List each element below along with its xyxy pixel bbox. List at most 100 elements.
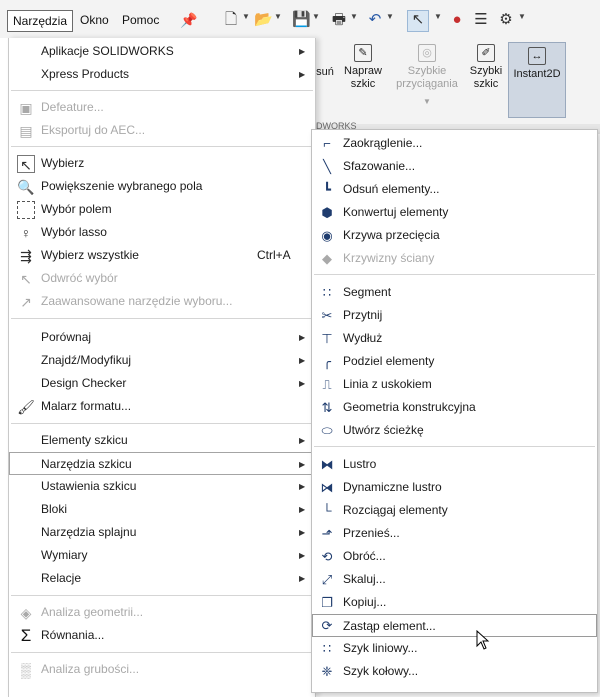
submenu-item-offset[interactable]: ┗ Odsuń elementy... xyxy=(312,178,597,201)
submenu-item-face-curves[interactable]: ◆ Krzywizny ściany xyxy=(312,247,597,270)
lasso-icon: ♀ xyxy=(20,225,32,241)
menu-item-lasso-select[interactable]: ♀ Wybór lasso xyxy=(9,221,315,244)
undo-dropdown-caret[interactable]: ▼ xyxy=(386,12,394,21)
menu-item-thickness-analysis[interactable]: ▒ Analiza grubości... xyxy=(9,658,315,681)
menu-item-dimensions[interactable]: Wymiary ▶ xyxy=(9,544,315,567)
menu-narzedzia[interactable]: Narzędzia xyxy=(7,10,74,32)
menu-item-geometry-analysis[interactable]: ◈ Analiza geometrii... xyxy=(9,601,315,624)
submenu-item-extend[interactable]: ⊤ Wydłuż xyxy=(312,327,597,350)
print-icon[interactable]: 🖶 xyxy=(330,10,348,30)
submenu-item-linear-pattern[interactable]: ∷ Szyk liniowy... xyxy=(312,637,597,660)
options-gear-icon[interactable]: ⚙ xyxy=(497,10,515,30)
submenu-item-label: Obróć... xyxy=(343,549,386,563)
save-icon[interactable]: 💾 xyxy=(292,10,311,30)
menu-item-xpress-products[interactable]: Xpress Products ▶ xyxy=(9,63,315,86)
submenu-item-convert-entities[interactable]: ⬢ Konwertuj elementy xyxy=(312,201,597,224)
submenu-item-label: Szyk liniowy... xyxy=(343,641,418,655)
select-dropdown-caret[interactable]: ▼ xyxy=(434,12,442,21)
shortcut-label: Ctrl+A xyxy=(257,248,291,262)
submenu-item-chamfer[interactable]: ╲ Sfazowanie... xyxy=(312,155,597,178)
submenu-item-make-path[interactable]: ⬭ Utwórz ścieżkę xyxy=(312,419,597,442)
submenu-item-fillet[interactable]: ⌐ Zaokrąglenie... xyxy=(312,132,597,155)
geometry-analysis-icon: ◈ xyxy=(20,605,32,621)
menu-item-export-aec[interactable]: ▤ Eksportuj do AEC... xyxy=(9,119,315,142)
pin-icon[interactable]: 📌 xyxy=(180,12,197,29)
file-properties-icon[interactable]: ☰ xyxy=(472,10,490,30)
menu-item-select-all[interactable]: ⇶ Wybierz wszystkie Ctrl+A xyxy=(9,244,315,267)
menu-item-solidworks-apps[interactable]: Aplikacje SOLIDWORKS ▶ xyxy=(9,40,315,63)
menu-pomoc[interactable]: Pomoc xyxy=(117,10,164,32)
menu-item-label: Eksportuj do AEC... xyxy=(41,123,146,137)
submenu-separator xyxy=(314,446,595,447)
menu-item-blocks[interactable]: Bloki ▶ xyxy=(9,498,315,521)
copy-icon: ❐ xyxy=(321,595,333,610)
submenu-item-construction-geometry[interactable]: ⇅ Geometria konstrukcyjna xyxy=(312,396,597,419)
mouse-cursor-icon xyxy=(476,630,490,650)
ribbon-quick-snaps-button[interactable]: ◎ Szybkie przyciągania ▼ xyxy=(390,44,464,108)
menu-item-spline-tools[interactable]: Narzędzia splajnu ▶ xyxy=(9,521,315,544)
submenu-item-replace-entity[interactable]: ⟳ Zastąp element... xyxy=(312,614,597,637)
menu-item-find-modify[interactable]: Znajdź/Modyfikuj ▶ xyxy=(9,349,315,372)
submenu-item-move[interactable]: ⬏ Przenieś... xyxy=(312,522,597,545)
menu-item-label: Porównaj xyxy=(41,330,92,344)
traffic-light-icon[interactable]: ● xyxy=(448,10,466,30)
menu-item-label: Wymiary xyxy=(41,548,88,562)
fillet-icon: ⌐ xyxy=(323,136,331,151)
new-document-icon[interactable]: 🗋 xyxy=(222,10,240,30)
menu-item-sketch-settings[interactable]: Ustawienia szkicu ▶ xyxy=(9,475,315,498)
menu-item-defeature[interactable]: ▣ Defeature... xyxy=(9,96,315,119)
menu-item-select[interactable]: ↖ Wybierz xyxy=(9,152,315,175)
submenu-item-label: Konwertuj elementy xyxy=(343,205,449,219)
submenu-item-rotate[interactable]: ⟲ Obróć... xyxy=(312,545,597,568)
ribbon-repair-sketch-button[interactable]: ✎ Napraw szkic xyxy=(340,44,386,91)
mirror-icon: ⧓ xyxy=(320,457,334,472)
menu-okno[interactable]: Okno xyxy=(75,10,114,32)
menu-item-equations[interactable]: Σ Równania... xyxy=(9,624,315,647)
construction-geometry-icon: ⇅ xyxy=(321,400,333,415)
menu-item-relations[interactable]: Relacje ▶ xyxy=(9,567,315,590)
submenu-arrow-icon: ▶ xyxy=(299,436,306,445)
menu-item-compare[interactable]: Porównaj ▶ xyxy=(9,326,315,349)
options-dropdown-caret[interactable]: ▼ xyxy=(518,12,526,21)
ribbon-rapid-sketch-label: Szybki szkic xyxy=(469,65,503,90)
menu-item-advanced-select[interactable]: ↗ Zaawansowane narzędzie wyboru... xyxy=(9,290,315,313)
jog-line-icon: ⎍ xyxy=(322,377,332,392)
submenu-item-label: Zaokrąglenie... xyxy=(343,136,423,150)
menu-item-label: Powiększenie wybranego pola xyxy=(41,179,203,193)
submenu-item-stretch-entities[interactable]: └ Rozciągaj elementy xyxy=(312,499,597,522)
new-dropdown-caret[interactable]: ▼ xyxy=(242,12,250,21)
save-dropdown-caret[interactable]: ▼ xyxy=(312,12,320,21)
open-dropdown-caret[interactable]: ▼ xyxy=(274,12,282,21)
submenu-item-dynamic-mirror[interactable]: ⧒ Dynamiczne lustro xyxy=(312,476,597,499)
ribbon-instant2d-button[interactable]: ↔ Instant2D xyxy=(508,42,566,118)
submenu-item-scale[interactable]: ⤢ Skaluj... xyxy=(312,568,597,591)
submenu-item-jog-line[interactable]: ⎍ Linia z uskokiem xyxy=(312,373,597,396)
menu-item-sketch-entities[interactable]: Elementy szkicu ▶ xyxy=(9,429,315,452)
menu-separator xyxy=(11,146,313,147)
submenu-item-circular-pattern[interactable]: ❈ Szyk kołowy... xyxy=(312,660,597,683)
submenu-item-trim[interactable]: ✂ Przytnij xyxy=(312,304,597,327)
submenu-item-label: Zastąp element... xyxy=(343,619,436,633)
menu-item-zoom-selection[interactable]: 🔍 Powiększenie wybranego pola xyxy=(9,175,315,198)
menu-item-label: Analiza grubości... xyxy=(41,662,140,676)
menu-item-invert-selection[interactable]: ↖ Odwróć wybór xyxy=(9,267,315,290)
print-dropdown-caret[interactable]: ▼ xyxy=(350,12,358,21)
open-icon[interactable]: 📂 xyxy=(254,10,273,30)
menu-item-format-painter[interactable]: 🖌 Malarz formatu... xyxy=(9,395,315,418)
submenu-item-segment[interactable]: ∷ Segment xyxy=(312,281,597,304)
menu-item-box-select[interactable]: Wybór polem xyxy=(9,198,315,221)
ribbon-rapid-sketch-button[interactable]: ✐ Szybki szkic xyxy=(468,44,504,91)
submenu-item-copy[interactable]: ❐ Kopiuj... xyxy=(312,591,597,614)
ribbon-move-button[interactable]: suń xyxy=(314,66,336,79)
submenu-arrow-icon: ▶ xyxy=(299,379,306,388)
face-curves-icon: ◆ xyxy=(322,251,332,266)
submenu-item-intersection-curve[interactable]: ◉ Krzywa przecięcia xyxy=(312,224,597,247)
menu-item-design-checker[interactable]: Design Checker ▶ xyxy=(9,372,315,395)
submenu-item-split-entities[interactable]: ╭ Podziel elementy xyxy=(312,350,597,373)
submenu-arrow-icon: ▶ xyxy=(299,356,306,365)
menu-item-sketch-tools[interactable]: Narzędzia szkicu ▶ xyxy=(9,452,315,475)
select-pointer-icon[interactable]: ↖ xyxy=(409,10,427,30)
submenu-item-mirror[interactable]: ⧓ Lustro xyxy=(312,453,597,476)
tools-menu: Aplikacje SOLIDWORKS ▶ Xpress Products ▶… xyxy=(8,38,316,697)
undo-icon[interactable]: ↶ xyxy=(366,10,384,30)
